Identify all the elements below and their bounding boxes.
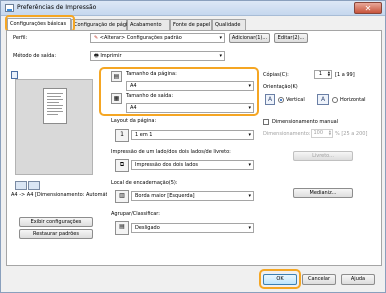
manual-scaling-checkbox[interactable] <box>263 119 269 125</box>
gutter-button[interactable]: Medianiz... <box>293 188 353 198</box>
profile-select[interactable]: ✎ <Alterar> Configurações padrão ▾ <box>90 33 225 43</box>
chevron-down-icon: ▾ <box>248 193 251 199</box>
view-layout-icon[interactable] <box>28 181 40 190</box>
window-title: Preferências de Impressão <box>17 4 97 11</box>
view-printer-icon[interactable] <box>15 181 27 190</box>
duplex-label: Impressão de um lado/dos dois lados/de l… <box>111 149 231 155</box>
scaling-label: Dimensionamento: <box>263 131 311 137</box>
chevron-down-icon: ▾ <box>219 53 222 59</box>
copies-value: 1 <box>318 71 322 77</box>
tab-page-setup[interactable]: Configuração de página <box>71 19 134 30</box>
collate-label: Agrupar/Classificar: <box>111 211 160 217</box>
help-button[interactable]: Ajuda <box>341 274 375 285</box>
add-profile-button[interactable]: Adicionar(1)... <box>229 33 270 43</box>
chevron-down-icon: ▾ <box>248 225 251 231</box>
size-highlight-callout <box>99 67 259 116</box>
restore-defaults-button[interactable]: Restaurar padrões <box>19 229 93 239</box>
landscape-icon: A <box>317 94 329 105</box>
preview-view-buttons <box>15 181 41 191</box>
portrait-radio[interactable] <box>278 97 284 103</box>
landscape-radio[interactable] <box>332 97 338 103</box>
portrait-label: Vertical <box>286 97 305 103</box>
page-layout-icon: 1 <box>115 129 129 142</box>
booklet-button[interactable]: Livreto... <box>293 151 353 161</box>
profile-label: Perfil: <box>13 35 28 41</box>
binding-icon: ▥ <box>115 190 129 203</box>
title-bar: Preferências de Impressão ✕ <box>1 1 385 16</box>
copies-label: Cópias(C): <box>263 72 289 78</box>
chevron-down-icon: ▾ <box>219 35 222 41</box>
spin-arrows-icon[interactable]: ▲ ▼ <box>329 130 331 136</box>
tab-paper-source[interactable]: Fonte de papel <box>170 19 212 30</box>
pencil-icon: ✎ <box>94 35 99 41</box>
print-preferences-window: Preferências de Impressão ✕ Configuraçõe… <box>0 0 386 293</box>
chevron-down-icon: ▾ <box>248 132 251 138</box>
printer-icon: 🖶 <box>94 53 99 59</box>
close-button[interactable]: ✕ <box>354 2 382 14</box>
landscape-label: Horizontal <box>340 97 366 103</box>
page-layout-value: 1 em 1 <box>135 132 153 138</box>
manual-scaling-label: Dimensionamento manual <box>272 119 339 125</box>
printer-app-icon <box>5 4 14 12</box>
duplex-value: Impressão dos dois lados <box>135 162 198 168</box>
tab-finishing[interactable]: Acabamento <box>127 19 170 30</box>
view-settings-button[interactable]: Exibir configurações <box>19 217 93 227</box>
output-method-value: Imprimir <box>100 53 122 59</box>
scaling-range: % [25 a 200] <box>335 131 368 137</box>
print-preview <box>15 79 93 175</box>
scaling-stepper[interactable]: 100 ▲ ▼ <box>311 129 333 138</box>
copies-stepper[interactable]: 1 ▲ ▼ <box>314 70 332 79</box>
binding-label: Local de encadernação(5): <box>111 180 178 186</box>
profile-value: <Alterar> Configurações padrão <box>99 35 182 41</box>
page-layout-label: Layout da página: <box>111 118 157 124</box>
chevron-down-icon: ▾ <box>248 162 251 168</box>
preview-caption: A4 -> A4 [Dimensionamento: Automático] <box>11 192 107 198</box>
page-preview-icon <box>11 71 18 79</box>
duplex-select[interactable]: Impressão dos dois lados ▾ <box>131 160 254 170</box>
tab-quality[interactable]: Qualidade <box>212 19 246 30</box>
preview-page <box>43 88 67 124</box>
edit-profile-button[interactable]: Editar(2)... <box>274 33 308 43</box>
portrait-icon: A <box>265 94 275 105</box>
copies-range: [1 a 99] <box>335 72 355 78</box>
scaling-value: 100 <box>313 130 323 136</box>
output-method-select[interactable]: 🖶 Imprimir ▾ <box>90 51 225 61</box>
cancel-button[interactable]: Cancelar <box>302 274 336 285</box>
binding-value: Borda maior [Esquerda] <box>135 193 195 199</box>
binding-select[interactable]: Borda maior [Esquerda] ▾ <box>131 191 254 201</box>
collate-select[interactable]: Desligado ▾ <box>131 223 254 233</box>
collate-value: Desligado <box>135 225 160 231</box>
duplex-icon: ⧉ <box>115 159 129 172</box>
ok-highlight-callout <box>259 269 301 289</box>
page-layout-select[interactable]: 1 em 1 ▾ <box>131 130 254 140</box>
output-method-label: Método de saída: <box>13 53 57 59</box>
spin-arrows-icon[interactable]: ▲ ▼ <box>328 71 330 77</box>
settings-panel: Perfil: ✎ <Alterar> Configurações padrão… <box>6 30 382 266</box>
collate-icon: ▤ <box>115 221 129 235</box>
orientation-label: Orientação(K) <box>263 84 298 90</box>
